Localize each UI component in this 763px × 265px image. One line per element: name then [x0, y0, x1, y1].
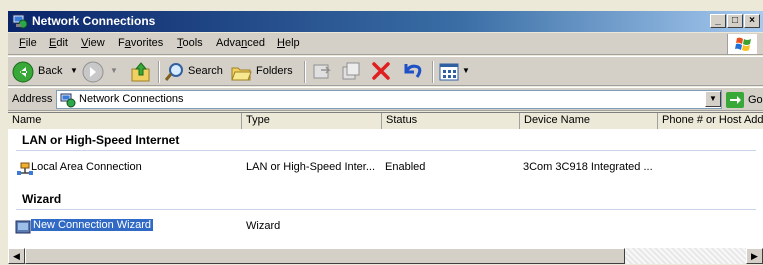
- column-type[interactable]: Type: [242, 113, 382, 129]
- folders-icon: [231, 67, 252, 81]
- folders-button[interactable]: Folders: [230, 60, 298, 84]
- group-divider: [16, 209, 756, 210]
- menu-advanced[interactable]: Advanced: [216, 37, 265, 49]
- local-area-connection-icon: [16, 160, 33, 176]
- search-button[interactable]: Search: [164, 60, 226, 84]
- column-header: Name Type Status Device Name Phone # or …: [8, 113, 763, 129]
- toolbar-separator: [304, 61, 306, 83]
- scroll-right-button[interactable]: ▶: [746, 248, 763, 264]
- delete-button[interactable]: [370, 60, 392, 84]
- connections-list[interactable]: Name Type Status Device Name Phone # or …: [8, 112, 763, 247]
- views-button[interactable]: ▼: [438, 60, 470, 84]
- column-status[interactable]: Status: [382, 113, 520, 129]
- forward-dropdown-icon[interactable]: ▼: [110, 60, 118, 82]
- menu-help[interactable]: Help: [277, 37, 300, 49]
- back-dropdown-icon[interactable]: ▼: [70, 60, 78, 82]
- search-icon: [164, 63, 183, 81]
- maximize-button[interactable]: □: [727, 14, 743, 28]
- forward-button[interactable]: ▼: [82, 60, 122, 84]
- back-button[interactable]: Back ▼: [12, 60, 78, 84]
- minimize-button[interactable]: _: [710, 14, 726, 28]
- undo-icon: [404, 64, 422, 78]
- delete-x-icon: [372, 62, 390, 80]
- go-button[interactable]: Go: [726, 90, 763, 110]
- address-dropdown-button[interactable]: ▼: [705, 91, 721, 107]
- menu-view[interactable]: View: [81, 37, 105, 49]
- horizontal-scrollbar[interactable]: ◀ ▶: [8, 247, 763, 264]
- item-type: LAN or High-Speed Inter...: [246, 161, 376, 173]
- windows-logo-icon: [727, 34, 757, 54]
- title-bar[interactable]: Network Connections _ □ ×: [8, 11, 763, 32]
- views-dropdown-icon[interactable]: ▼: [462, 60, 470, 82]
- scroll-left-button[interactable]: ◀: [8, 248, 25, 264]
- close-button[interactable]: ×: [744, 14, 760, 28]
- copy-to-button[interactable]: [340, 60, 362, 84]
- column-phone-host[interactable]: Phone # or Host Address: [658, 113, 763, 129]
- toolbar-separator: [432, 61, 434, 83]
- list-item[interactable]: Local Area Connection LAN or High-Speed …: [8, 159, 763, 177]
- new-connection-wizard-icon: [15, 219, 31, 235]
- explorer-window: Network Connections _ □ × File Edit View…: [0, 0, 763, 265]
- network-connections-icon: [12, 14, 28, 29]
- standard-toolbar: Back ▼ ▼ Search Folders ▼: [8, 56, 763, 86]
- group-divider: [16, 150, 756, 151]
- address-value: Network Connections: [79, 93, 184, 105]
- undo-button[interactable]: [400, 60, 424, 84]
- item-name: New Connection Wizard: [31, 219, 153, 231]
- menu-file[interactable]: File: [19, 37, 37, 49]
- move-to-button[interactable]: [311, 60, 333, 84]
- item-name: Local Area Connection: [31, 161, 142, 173]
- group-header-lan: LAN or High-Speed Internet: [22, 133, 180, 147]
- copy-to-icon: [342, 62, 360, 80]
- group-header-wizard: Wizard: [22, 192, 62, 206]
- menu-edit[interactable]: Edit: [49, 37, 68, 49]
- window-title: Network Connections: [32, 14, 156, 28]
- menu-bar: File Edit View Favorites Tools Advanced …: [8, 33, 763, 55]
- move-to-icon: [313, 64, 331, 79]
- item-device: 3Com 3C918 Integrated ...: [523, 161, 653, 173]
- up-folder-icon: [131, 62, 150, 82]
- scrollbar-thumb[interactable]: [25, 248, 625, 264]
- address-label: Address: [12, 93, 53, 105]
- views-icon: [439, 63, 459, 81]
- network-connections-icon: [60, 92, 76, 108]
- address-bar: Address Network Connections ▼ Go: [8, 87, 763, 111]
- up-folder-button[interactable]: [130, 60, 152, 84]
- go-arrow-icon: [726, 92, 744, 108]
- address-input[interactable]: Network Connections: [56, 90, 722, 109]
- back-arrow-icon: [12, 61, 34, 83]
- column-device-name[interactable]: Device Name: [520, 113, 658, 129]
- forward-arrow-icon: [82, 61, 104, 83]
- column-name[interactable]: Name: [8, 113, 242, 129]
- menu-favorites[interactable]: Favorites: [118, 37, 163, 49]
- item-status: Enabled: [385, 161, 426, 173]
- menu-tools[interactable]: Tools: [177, 37, 203, 49]
- item-type: Wizard: [246, 220, 281, 232]
- list-item[interactable]: New Connection Wizard Wizard: [8, 218, 763, 236]
- toolbar-separator: [158, 61, 160, 83]
